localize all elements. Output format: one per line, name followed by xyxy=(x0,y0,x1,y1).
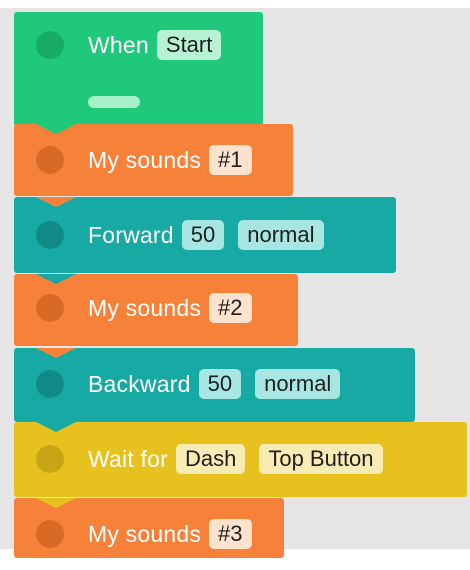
sound-selector-3[interactable]: #3 xyxy=(209,519,252,549)
my-sounds-block-1[interactable]: My sounds #1 xyxy=(14,124,293,196)
my-sounds-label-3: My sounds xyxy=(88,520,202,547)
when-start-row: When Start xyxy=(14,12,263,78)
backward-speed-selector[interactable]: normal xyxy=(255,369,341,399)
my-sounds-label-2: My sounds xyxy=(88,294,202,321)
sound-selector-2[interactable]: #2 xyxy=(209,293,252,323)
block-handle-icon[interactable] xyxy=(36,520,64,548)
block-handle-icon[interactable] xyxy=(36,221,64,249)
forward-speed-selector[interactable]: normal xyxy=(238,220,324,250)
backward-distance-input[interactable]: 50 xyxy=(198,369,242,399)
event-bar-icon xyxy=(88,96,140,108)
wait-for-block[interactable]: Wait for Dash Top Button xyxy=(14,422,467,497)
wait-sensor-selector[interactable]: Top Button xyxy=(259,444,383,474)
block-handle-icon[interactable] xyxy=(36,445,64,473)
forward-block[interactable]: Forward 50 normal xyxy=(14,197,396,273)
my-sounds-block-3[interactable]: My sounds #3 xyxy=(14,498,284,558)
my-sounds-row-1: My sounds #1 xyxy=(14,127,293,193)
backward-block[interactable]: Backward 50 normal xyxy=(14,348,415,422)
block-handle-icon[interactable] xyxy=(36,146,64,174)
forward-distance-input[interactable]: 50 xyxy=(181,220,225,250)
my-sounds-label-1: My sounds xyxy=(88,146,202,173)
my-sounds-row-3: My sounds #3 xyxy=(14,498,284,570)
block-handle-icon[interactable] xyxy=(36,370,64,398)
sound-selector-1[interactable]: #1 xyxy=(209,145,252,175)
when-start-block[interactable]: When Start xyxy=(14,12,263,126)
wait-target-selector[interactable]: Dash xyxy=(175,444,246,474)
forward-row: Forward 50 normal xyxy=(14,202,396,268)
when-label: When xyxy=(88,31,149,58)
event-selector[interactable]: Start xyxy=(156,30,222,60)
block-handle-icon[interactable] xyxy=(36,31,64,59)
backward-label: Backward xyxy=(88,370,191,397)
block-handle-icon[interactable] xyxy=(36,294,64,322)
my-sounds-block-2[interactable]: My sounds #2 xyxy=(14,274,298,346)
wait-for-label: Wait for xyxy=(88,445,168,472)
my-sounds-row-2: My sounds #2 xyxy=(14,275,298,341)
wait-for-row: Wait for Dash Top Button xyxy=(14,426,467,492)
forward-label: Forward xyxy=(88,221,174,248)
code-canvas: When Start My sounds #1 Forward 50 norma… xyxy=(0,0,470,558)
backward-row: Backward 50 normal xyxy=(14,351,415,417)
